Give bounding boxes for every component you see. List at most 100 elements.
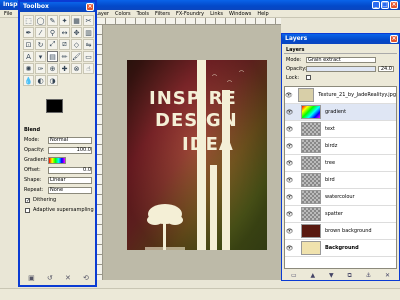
adaptive-checkbox[interactable]	[25, 208, 30, 213]
delete-layer-icon[interactable]: ✕	[385, 272, 390, 279]
zoom-tool-icon[interactable]: ⚲	[47, 27, 58, 38]
layer-row[interactable]: 👁 spatter	[285, 206, 396, 223]
adaptive-row[interactable]: Adaptive supersampling	[22, 206, 95, 215]
visibility-eye-icon[interactable]: 👁	[285, 194, 294, 201]
rect-select-tool-icon[interactable]: ⬚	[23, 15, 34, 26]
layer-name[interactable]: Texture_21_by_JadeRealityy.jpg	[318, 92, 396, 98]
opacity-slider[interactable]: 100.0	[48, 147, 92, 154]
perspective-clone-tool-icon[interactable]: ⊗	[71, 63, 82, 74]
shape-select[interactable]: Linear	[48, 177, 92, 184]
visibility-eye-icon[interactable]: 👁	[285, 245, 294, 252]
eraser-tool-icon[interactable]: ▭	[83, 51, 94, 62]
dithering-checkbox[interactable]: ✓	[25, 198, 30, 204]
layer-name[interactable]: tree	[325, 160, 335, 166]
ink-tool-icon[interactable]: ✑	[35, 63, 46, 74]
layer-name[interactable]: brown background	[325, 228, 372, 234]
layer-row[interactable]: 👁 bird	[285, 172, 396, 189]
layer-row[interactable]: 👁 watercolour	[285, 189, 396, 206]
burn-tool-icon[interactable]: ◑	[47, 75, 58, 86]
visibility-eye-icon[interactable]: 👁	[285, 177, 294, 184]
measure-tool-icon[interactable]: ↔	[59, 27, 70, 38]
menu-item-fx-foundry[interactable]: FX-Foundry	[176, 10, 204, 17]
raise-layer-icon[interactable]: ▲	[311, 272, 316, 279]
free-select-tool-icon[interactable]: ✎	[47, 15, 58, 26]
visibility-eye-icon[interactable]: 👁	[285, 109, 294, 116]
shear-tool-icon[interactable]: ⧄	[59, 39, 70, 50]
visibility-eye-icon[interactable]: 👁	[285, 228, 294, 235]
toolbox-titlebar[interactable]: Toolbox ×	[20, 2, 95, 12]
dodge-tool-icon[interactable]: ◐	[35, 75, 46, 86]
dithering-row[interactable]: ✓ Dithering	[22, 196, 95, 205]
pencil-tool-icon[interactable]: ✏	[59, 51, 70, 62]
paintbrush-tool-icon[interactable]: 🖌	[71, 51, 82, 62]
toolbox-close-icon[interactable]: ×	[86, 3, 94, 11]
visibility-eye-icon[interactable]: 👁	[285, 211, 294, 218]
layer-opacity-value[interactable]: 24.0	[378, 66, 394, 72]
gradient-picker[interactable]	[48, 157, 66, 164]
clone-tool-icon[interactable]: ⊕	[47, 63, 58, 74]
blur-tool-icon[interactable]: 💧	[23, 75, 34, 86]
layer-mode-select[interactable]: Grain extract	[306, 57, 376, 63]
minimize-icon[interactable]: _	[372, 1, 380, 9]
scale-tool-icon[interactable]: ⤢	[47, 39, 58, 50]
text-tool-icon[interactable]: A	[23, 51, 34, 62]
duplicate-layer-icon[interactable]: ⧉	[348, 272, 352, 280]
layer-row[interactable]: 👁 Texture_21_by_JadeRealityy.jpg	[285, 87, 396, 104]
rotate-tool-icon[interactable]: ↻	[35, 39, 46, 50]
layers-close-icon[interactable]: ×	[390, 35, 398, 43]
visibility-eye-icon[interactable]: 👁	[285, 143, 294, 150]
foreground-color-swatch[interactable]	[46, 99, 63, 113]
close-icon[interactable]: ×	[390, 1, 398, 9]
layer-row[interactable]: 👁 gradient	[285, 104, 396, 121]
offset-slider[interactable]: 0.0	[48, 167, 92, 174]
anchor-layer-icon[interactable]: ⚓	[366, 272, 371, 279]
flip-tool-icon[interactable]: ⇋	[83, 39, 94, 50]
layer-opacity-slider[interactable]	[306, 66, 376, 72]
restore-icon[interactable]: ↺	[47, 274, 53, 282]
layer-row[interactable]: 👁 birdz	[285, 138, 396, 155]
layer-row[interactable]: 👁 tree	[285, 155, 396, 172]
menu-item-colors[interactable]: Colors	[115, 10, 131, 17]
color-picker-tool-icon[interactable]: ⁄	[35, 27, 46, 38]
ellipse-select-tool-icon[interactable]: ◯	[35, 15, 46, 26]
layer-name[interactable]: spatter	[325, 211, 343, 217]
maximize-icon[interactable]: □	[381, 1, 389, 9]
canvas-image[interactable]: INSPIRE DESIGN IDEA ⌒ ⌒ ⌒	[127, 60, 267, 250]
layer-name[interactable]: gradient	[325, 109, 346, 115]
visibility-eye-icon[interactable]: 👁	[285, 126, 294, 133]
menu-item-filters[interactable]: Filters	[155, 10, 170, 17]
save-icon[interactable]: ▣	[28, 274, 35, 282]
scissors-tool-icon[interactable]: ✂	[83, 15, 94, 26]
perspective-tool-icon[interactable]: ◇	[71, 39, 82, 50]
mode-select[interactable]: Normal	[48, 137, 92, 144]
menu-item-help[interactable]: Help	[257, 10, 268, 17]
visibility-eye-icon[interactable]: 👁	[285, 160, 294, 167]
fuzzy-select-tool-icon[interactable]: ✦	[59, 15, 70, 26]
layer-name[interactable]: Background	[325, 245, 359, 251]
layer-row[interactable]: 👁 Background	[285, 240, 396, 257]
lock-alpha-checkbox[interactable]	[306, 75, 311, 80]
vertical-ruler[interactable]	[96, 25, 103, 280]
smudge-tool-icon[interactable]: ☝	[83, 63, 94, 74]
reset-icon[interactable]: ⟲	[83, 274, 89, 282]
blend-tool-icon[interactable]: ▤	[47, 51, 58, 62]
layer-name[interactable]: bird	[325, 177, 335, 183]
menu-item-tools[interactable]: Tools	[137, 10, 149, 17]
new-layer-icon[interactable]: ▭	[291, 272, 297, 279]
layer-name[interactable]: watercolour	[325, 194, 355, 200]
visibility-eye-icon[interactable]: 👁	[285, 92, 293, 99]
lower-layer-icon[interactable]: ▼	[329, 272, 334, 279]
crop-tool-icon[interactable]: ⊡	[23, 39, 34, 50]
move-tool-icon[interactable]: ✥	[71, 27, 82, 38]
horizontal-ruler[interactable]	[96, 18, 281, 25]
layer-name[interactable]: birdz	[325, 143, 337, 149]
layer-name[interactable]: text	[325, 126, 335, 132]
layer-row[interactable]: 👁 text	[285, 121, 396, 138]
align-tool-icon[interactable]: ▥	[83, 27, 94, 38]
delete-icon[interactable]: ✕	[65, 274, 71, 282]
layers-titlebar[interactable]: Layers ×	[282, 34, 399, 44]
menu-item-layer[interactable]: Layer	[95, 10, 109, 17]
layer-row[interactable]: 👁 brown background	[285, 223, 396, 240]
airbrush-tool-icon[interactable]: ✺	[23, 63, 34, 74]
menu-item-file[interactable]: File	[4, 10, 12, 17]
